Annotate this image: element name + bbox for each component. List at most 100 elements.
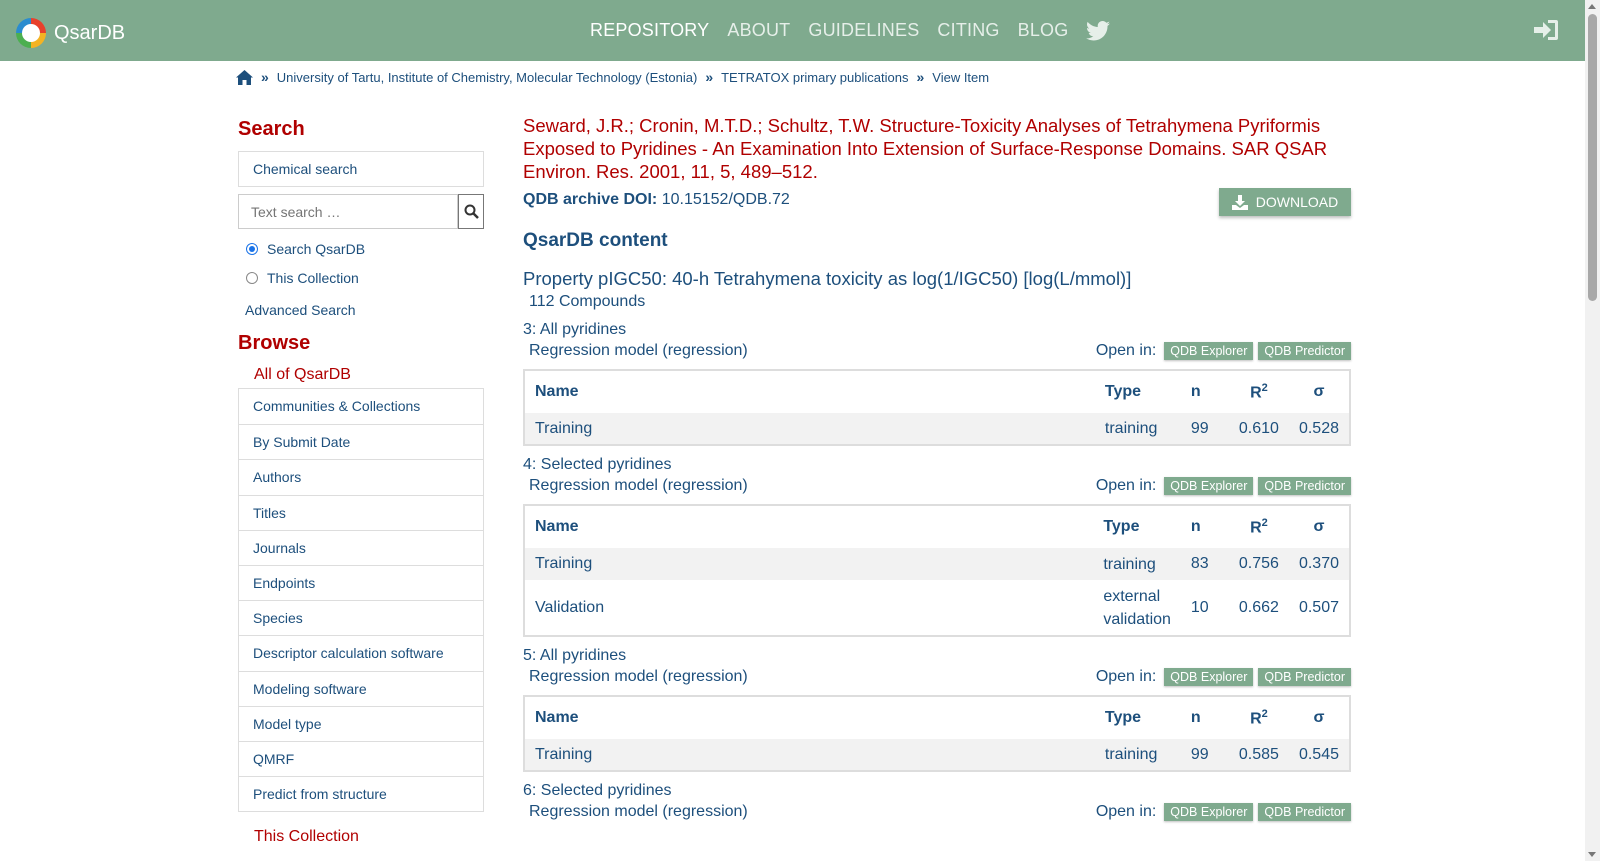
- open-in-group: Open in: QDB Explorer QDB Predictor: [1096, 803, 1351, 821]
- col-r2: R2: [1229, 505, 1289, 548]
- breadcrumb-separator: »: [261, 69, 269, 85]
- row-name[interactable]: Training: [524, 413, 1095, 445]
- browse-journals[interactable]: Journals: [239, 529, 483, 565]
- scroll-down-icon[interactable]: [1588, 852, 1596, 857]
- col-name: Name: [535, 709, 579, 726]
- row-sigma: 0.370: [1288, 548, 1350, 580]
- row-r2: 0.585: [1228, 739, 1289, 771]
- model-title[interactable]: 6: Selected pyridines: [523, 782, 1351, 800]
- radio-search-qsardb[interactable]: Search QsarDB: [246, 239, 484, 258]
- model-block: 4: Selected pyridines Regression model (r…: [523, 456, 1351, 637]
- row-r2: 0.610: [1228, 413, 1289, 445]
- browse-titles[interactable]: Titles: [239, 494, 483, 530]
- model-subtitle-row: Regression model (regression) Open in: QDB…: [529, 803, 1351, 821]
- row-type: external validation: [1103, 587, 1171, 628]
- model-type-label: Regression model (regression): [529, 342, 748, 359]
- breadcrumb-collection[interactable]: TETRATOX primary publications: [721, 70, 908, 85]
- browse-model-type[interactable]: Model type: [239, 705, 483, 741]
- qdb-predictor-button[interactable]: QDB Predictor: [1258, 342, 1351, 360]
- browse-by-date[interactable]: By Submit Date: [239, 424, 483, 459]
- download-button[interactable]: DOWNLOAD: [1219, 188, 1351, 216]
- qdb-explorer-button[interactable]: QDB Explorer: [1164, 342, 1254, 360]
- browse-list: Communities & Collections By Submit Date…: [238, 388, 484, 813]
- row-type: training: [1094, 413, 1181, 445]
- row-r2: 0.662: [1238, 598, 1279, 616]
- table-header-row: Name Type n R2 σ: [524, 696, 1350, 739]
- model-title[interactable]: 4: Selected pyridines: [523, 456, 1351, 474]
- radio-this-collection[interactable]: This Collection: [246, 268, 484, 287]
- compounds-link[interactable]: 112 Compounds: [529, 293, 1351, 311]
- table-row: Training training 99 0.610 0.528: [524, 413, 1350, 445]
- doi-label: QDB archive DOI:: [523, 191, 658, 208]
- advanced-search-link[interactable]: Advanced Search: [245, 302, 484, 318]
- browse-qmrf[interactable]: QMRF: [239, 740, 483, 776]
- model-type-label: Regression model (regression): [529, 668, 748, 685]
- model-type-label: Regression model (regression): [529, 477, 748, 494]
- doi-value[interactable]: 10.15152/QDB.72: [662, 191, 790, 208]
- nav-repository[interactable]: REPOSITORY: [590, 20, 709, 41]
- breadcrumb-current[interactable]: View Item: [932, 70, 989, 85]
- nav-citing[interactable]: CITING: [937, 20, 999, 41]
- nav-guidelines[interactable]: GUIDELINES: [808, 20, 919, 41]
- qdb-explorer-button[interactable]: QDB Explorer: [1164, 803, 1254, 821]
- qdb-predictor-button[interactable]: QDB Predictor: [1258, 477, 1351, 495]
- table-row: Training training 83 0.756 0.370: [524, 548, 1350, 580]
- browse-endpoints[interactable]: Endpoints: [239, 564, 483, 600]
- nav-about[interactable]: ABOUT: [727, 20, 790, 41]
- qsardb-logo-icon: [16, 18, 46, 48]
- row-name[interactable]: Training: [524, 548, 1094, 580]
- row-name[interactable]: Validation: [524, 580, 1093, 636]
- open-in-label: Open in:: [1095, 803, 1157, 820]
- text-search-input[interactable]: [238, 194, 459, 229]
- brand-link[interactable]: QsarDB: [16, 18, 125, 48]
- row-sigma: 0.545: [1288, 739, 1350, 771]
- nav-blog[interactable]: BLOG: [1018, 20, 1069, 41]
- model-subtitle-row: Regression model (regression) Open in: QDB…: [529, 477, 1351, 495]
- browse-communities[interactable]: Communities & Collections: [239, 389, 483, 424]
- twitter-icon[interactable]: [1086, 20, 1111, 41]
- qdb-predictor-button[interactable]: QDB Predictor: [1258, 803, 1351, 821]
- radio-checked[interactable]: [246, 242, 258, 255]
- search-icon: [464, 204, 479, 219]
- scroll-thumb[interactable]: [1588, 14, 1597, 301]
- col-r2-label: R: [1250, 519, 1262, 537]
- row-n: 83: [1180, 548, 1229, 580]
- radio-unchecked[interactable]: [246, 271, 258, 284]
- table-row: Validation external validation 10 0.662 0.50…: [524, 580, 1350, 636]
- col-r2-sup: 2: [1261, 707, 1268, 720]
- row-sigma: 0.528: [1288, 413, 1350, 445]
- row-name[interactable]: Training: [524, 739, 1095, 771]
- qdb-explorer-button[interactable]: QDB Explorer: [1164, 668, 1254, 686]
- text-search-form: [238, 194, 484, 229]
- page-scrollbar[interactable]: [1585, 0, 1600, 861]
- browse-descriptor-software[interactable]: Descriptor calculation software: [239, 635, 483, 670]
- model-title[interactable]: 3: All pyridines: [523, 321, 1351, 339]
- sidebar: Search Chemical search Search QsarDB Thi…: [238, 118, 484, 846]
- qdb-explorer-button[interactable]: QDB Explorer: [1164, 477, 1254, 495]
- qdb-predictor-button[interactable]: QDB Predictor: [1258, 668, 1351, 686]
- browse-predict[interactable]: Predict from structure: [239, 776, 483, 811]
- breadcrumb: » University of Tartu, Institute of Chem…: [236, 69, 989, 85]
- download-icon: [1231, 194, 1248, 210]
- search-button[interactable]: [458, 194, 484, 229]
- sign-in-icon[interactable]: [1533, 19, 1559, 41]
- chemical-search-link[interactable]: Chemical search: [238, 151, 484, 187]
- browse-authors[interactable]: Authors: [239, 459, 483, 494]
- home-icon[interactable]: [236, 69, 253, 85]
- model-stats-table: Name Type n R2 σ Training training 99 0.585 0.545: [523, 695, 1351, 772]
- scroll-up-icon[interactable]: [1588, 4, 1596, 9]
- browse-modeling-software[interactable]: Modeling software: [239, 670, 483, 706]
- breadcrumb-separator: »: [916, 69, 925, 85]
- col-sigma: σ: [1313, 383, 1325, 400]
- breadcrumb-community[interactable]: University of Tartu, Institute of Chemis…: [277, 70, 698, 85]
- row-sigma: 0.507: [1298, 598, 1339, 616]
- col-type: Type: [1104, 383, 1142, 400]
- model-title[interactable]: 5: All pyridines: [523, 647, 1351, 665]
- property-link[interactable]: Property pIGC50: 40-h Tetrahymena toxici…: [523, 268, 1351, 290]
- model-stats-table: Name Type n R2 σ Training training 83 0.756 0.370…: [523, 504, 1351, 637]
- search-heading: Search: [238, 118, 305, 140]
- model-stats-table: Name Type n R2 σ Training training 99 0.610 0.528: [523, 369, 1351, 446]
- doi-row: QDB archive DOI: 10.15152/QDB.72 DOWNLOA…: [523, 188, 1351, 216]
- browse-species[interactable]: Species: [239, 600, 483, 635]
- download-label: DOWNLOAD: [1255, 194, 1339, 210]
